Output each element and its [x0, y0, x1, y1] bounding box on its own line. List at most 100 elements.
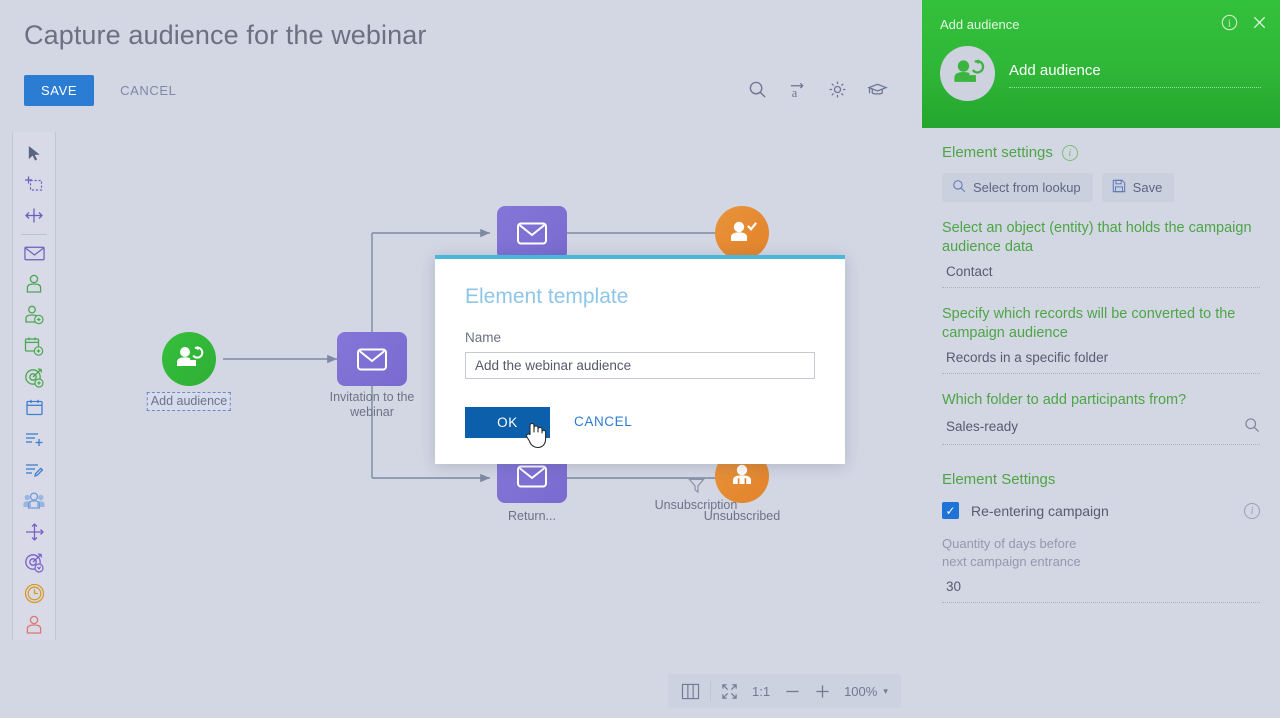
- save-button[interactable]: SAVE: [24, 75, 95, 106]
- field-folder: Which folder to add participants from? S…: [942, 391, 1260, 445]
- marquee-select-tool[interactable]: [17, 169, 51, 200]
- field-entity-value[interactable]: Contact: [942, 257, 1260, 288]
- panel-avatar: [940, 46, 995, 101]
- add-audience-icon: [953, 58, 984, 82]
- group-audience-element[interactable]: [17, 485, 51, 516]
- close-icon[interactable]: [1252, 15, 1267, 30]
- info-icon[interactable]: i: [1061, 144, 1078, 161]
- split-flow-element[interactable]: [17, 516, 51, 547]
- add-task-element[interactable]: [17, 423, 51, 454]
- gear-icon[interactable]: [824, 76, 850, 102]
- node-label-add-audience: Add audience: [146, 392, 232, 411]
- audience-element[interactable]: [17, 269, 51, 300]
- zoom-level-value: 100%: [844, 683, 878, 699]
- re-entering-campaign-row: ✓ Re-entering campaign i: [942, 502, 1260, 519]
- calendar-element[interactable]: [17, 392, 51, 423]
- modal-title: Element template: [465, 285, 629, 308]
- zoom-toolbar: 1:1 100% ▾: [668, 674, 901, 708]
- days-before-label-line1: Quantity of days before: [942, 536, 1077, 551]
- save-settings-label: Save: [1132, 180, 1163, 195]
- modal-name-label: Name: [465, 330, 502, 345]
- info-icon[interactable]: i: [1244, 502, 1260, 519]
- user-check-icon: [715, 206, 769, 260]
- panels-icon[interactable]: [674, 674, 707, 708]
- field-folder-label: Which folder to add participants from?: [942, 392, 1187, 408]
- panel-header-title: Add audience: [940, 17, 1020, 32]
- move-tool[interactable]: [17, 200, 51, 231]
- modal-name-input[interactable]: [465, 352, 815, 379]
- email-icon: [337, 332, 407, 386]
- modal-ok-button[interactable]: OK: [465, 407, 550, 438]
- cancel-button[interactable]: CANCEL: [120, 83, 176, 98]
- panel-entity-name[interactable]: Add audience: [1009, 62, 1261, 88]
- graduation-cap-icon[interactable]: [864, 76, 890, 102]
- edit-task-element[interactable]: [17, 454, 51, 485]
- days-before-value[interactable]: 30: [942, 573, 1260, 603]
- lookup-actions: Select from lookup Save: [942, 173, 1260, 202]
- node-registered[interactable]: [715, 206, 769, 260]
- toolbar-separator: [21, 233, 47, 235]
- chevron-down-icon: ▾: [883, 685, 888, 696]
- zoom-in-button[interactable]: [807, 674, 837, 708]
- save-settings-button[interactable]: Save: [1101, 173, 1175, 202]
- node-label-return: Return...: [508, 509, 556, 523]
- save-disk-icon: [1112, 179, 1126, 196]
- app-root: Capture audience for the webinar SAVE CA…: [0, 0, 1280, 718]
- field-entity: Select an object (entity) that holds the…: [942, 219, 1260, 288]
- page-title: Capture audience for the webinar: [24, 20, 427, 50]
- field-entity-label: Select an object (entity) that holds the…: [942, 220, 1252, 255]
- search-icon[interactable]: [744, 76, 770, 102]
- top-toolbar: a: [744, 76, 890, 102]
- zoom-level-select[interactable]: 100% ▾: [837, 674, 895, 708]
- element-settings-title: Element settings: [942, 144, 1053, 161]
- add-audience-icon: [162, 332, 216, 386]
- element-settings-section-header: Element Settings: [942, 471, 1260, 488]
- email-element[interactable]: [17, 238, 51, 269]
- info-icon[interactable]: i: [1221, 14, 1238, 31]
- node-email-top[interactable]: [497, 206, 567, 260]
- field-records-label: Specify which records will be converted …: [942, 306, 1236, 341]
- element-template-modal: Element template Name OK CANCEL: [435, 255, 845, 464]
- zoom-divider: [710, 681, 711, 701]
- actual-size-button[interactable]: 1:1: [745, 674, 777, 708]
- field-records: Specify which records will be converted …: [942, 305, 1260, 374]
- event-element[interactable]: [17, 331, 51, 362]
- svg-text:i: i: [1228, 18, 1231, 29]
- field-folder-value[interactable]: Sales-ready: [942, 410, 1260, 445]
- search-icon: [952, 179, 966, 196]
- select-from-lookup-button[interactable]: Select from lookup: [942, 173, 1093, 202]
- right-panel: Add audience i Add audience Element sett…: [922, 0, 1280, 718]
- panel-header-actions: i: [1221, 14, 1267, 31]
- select-from-lookup-label: Select from lookup: [973, 180, 1081, 195]
- node-label-invitation: Invitation to the webinar: [329, 390, 415, 419]
- fit-to-screen-icon[interactable]: [714, 674, 745, 708]
- left-toolbar: [12, 132, 56, 640]
- translate-icon[interactable]: a: [784, 76, 810, 102]
- exit-element[interactable]: [17, 609, 51, 640]
- node-add-audience[interactable]: Add audience: [146, 332, 232, 411]
- field-folder-text: Sales-ready: [946, 419, 1019, 434]
- node-invitation[interactable]: Invitation to the webinar: [330, 332, 414, 419]
- modal-cancel-button[interactable]: CANCEL: [574, 414, 632, 429]
- lookup-search-icon[interactable]: [1244, 417, 1260, 436]
- svg-text:a: a: [791, 86, 797, 99]
- element-settings-header: Element settings i: [942, 144, 1260, 161]
- timer-element[interactable]: [17, 578, 51, 609]
- field-records-value[interactable]: Records in a specific folder: [942, 343, 1260, 374]
- zoom-out-button[interactable]: [777, 674, 807, 708]
- goal-element[interactable]: [17, 362, 51, 393]
- campaign-goal-element[interactable]: [17, 547, 51, 578]
- node-label-unsubscribed: Unsubscribed: [703, 509, 781, 523]
- re-entering-campaign-checkbox[interactable]: ✓: [942, 502, 959, 519]
- panel-body: Element settings i Select from lookup Sa…: [922, 128, 1280, 718]
- pointer-tool[interactable]: [17, 138, 51, 169]
- re-entering-campaign-label: Re-entering campaign: [971, 502, 1109, 519]
- days-before-label: Quantity of days before next campaign en…: [942, 535, 1260, 571]
- add-audience-element[interactable]: [17, 300, 51, 331]
- days-before-label-line2: next campaign entrance: [942, 554, 1081, 569]
- field-entity-text: Contact: [946, 264, 993, 279]
- email-icon: [497, 206, 567, 260]
- action-bar: SAVE CANCEL: [24, 75, 176, 106]
- element-settings-section-title: Element Settings: [942, 471, 1056, 488]
- field-records-text: Records in a specific folder: [946, 350, 1109, 365]
